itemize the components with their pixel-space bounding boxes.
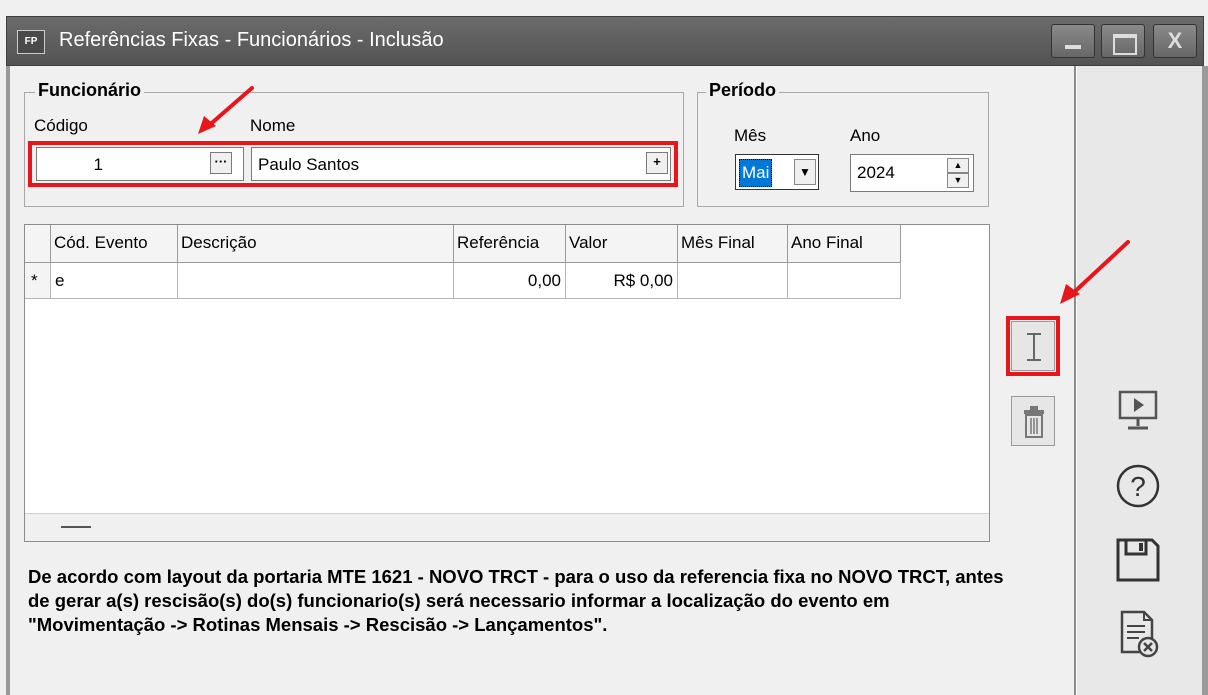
svg-text:?: ? xyxy=(1130,471,1146,502)
window: FP Referências Fixas - Funcionários - In… xyxy=(0,0,1208,695)
help-icon: ? xyxy=(1116,464,1160,508)
maximize-button[interactable] xyxy=(1101,24,1145,58)
ano-field[interactable]: 2024 ▲ ▼ xyxy=(850,154,974,192)
ano-label: Ano xyxy=(850,126,881,145)
spin-up-icon[interactable]: ▲ xyxy=(947,158,969,173)
funcionario-highlight xyxy=(28,141,678,187)
grid-header-ano-final[interactable]: Ano Final xyxy=(788,225,901,263)
maximize-icon xyxy=(1102,25,1144,57)
grid-header: Cód. Evento Descrição Referência Valor M… xyxy=(25,225,901,263)
arrow-icon xyxy=(1060,240,1130,304)
cell-descricao[interactable] xyxy=(178,263,454,299)
ano-value: 2024 xyxy=(857,163,895,182)
mes-value: Mai xyxy=(739,159,773,187)
cell-referencia[interactable]: 0,00 xyxy=(454,263,566,299)
help-button[interactable]: ? xyxy=(1112,460,1164,512)
cell-ano-final[interactable] xyxy=(788,263,901,299)
window-title: Referências Fixas - Funcionários - Inclu… xyxy=(59,29,444,51)
minimize-button[interactable] xyxy=(1051,24,1095,58)
grid-header-valor[interactable]: Valor xyxy=(566,225,678,263)
save-button[interactable] xyxy=(1112,534,1164,586)
arrow-icon xyxy=(198,86,254,134)
periodo-legend: Período xyxy=(706,80,780,101)
codigo-label: Código xyxy=(34,116,88,135)
delete-button[interactable] xyxy=(1011,396,1055,446)
title-bar: FP Referências Fixas - Funcionários - In… xyxy=(6,16,1204,66)
cell-mes-final[interactable] xyxy=(678,263,788,299)
row-indicator: * xyxy=(25,263,51,299)
chevron-down-icon[interactable]: ▼ xyxy=(794,159,816,185)
funcionario-legend: Funcionário xyxy=(35,80,144,101)
close-icon: X xyxy=(1167,28,1183,53)
preview-button[interactable] xyxy=(1112,384,1164,436)
events-grid[interactable]: Cód. Evento Descrição Referência Valor M… xyxy=(24,224,990,542)
trash-icon xyxy=(1024,406,1044,438)
spin-down-icon[interactable]: ▼ xyxy=(947,173,969,188)
grid-footer-dash xyxy=(61,526,91,528)
close-button[interactable]: X xyxy=(1153,24,1197,58)
grid-header-indicator xyxy=(25,225,51,263)
action-panel xyxy=(1076,66,1204,695)
right-frame xyxy=(1202,66,1208,695)
insert-highlight xyxy=(1006,316,1060,376)
left-frame xyxy=(6,66,10,695)
grid-header-cod-evento[interactable]: Cód. Evento xyxy=(51,225,178,263)
grid-footer xyxy=(25,513,989,541)
grid-header-descricao[interactable]: Descrição xyxy=(178,225,454,263)
cell-cod-evento[interactable]: e xyxy=(51,263,178,299)
mes-label: Mês xyxy=(734,126,767,145)
app-icon: FP xyxy=(17,30,45,54)
save-icon xyxy=(1116,538,1160,582)
minimize-icon xyxy=(1052,25,1094,57)
grid-header-mes-final[interactable]: Mês Final xyxy=(678,225,788,263)
layout-notice: De acordo com layout da portaria MTE 162… xyxy=(28,566,1004,635)
cell-valor[interactable]: R$ 0,00 xyxy=(566,263,678,299)
cancel-document-icon xyxy=(1120,610,1159,658)
grid-header-referencia[interactable]: Referência xyxy=(454,225,566,263)
cancel-button[interactable] xyxy=(1112,606,1164,662)
monitor-play-icon xyxy=(1118,390,1158,430)
mes-select[interactable]: Mai ▼ xyxy=(735,154,819,190)
table-row[interactable]: * e 0,00 R$ 0,00 xyxy=(25,263,901,299)
